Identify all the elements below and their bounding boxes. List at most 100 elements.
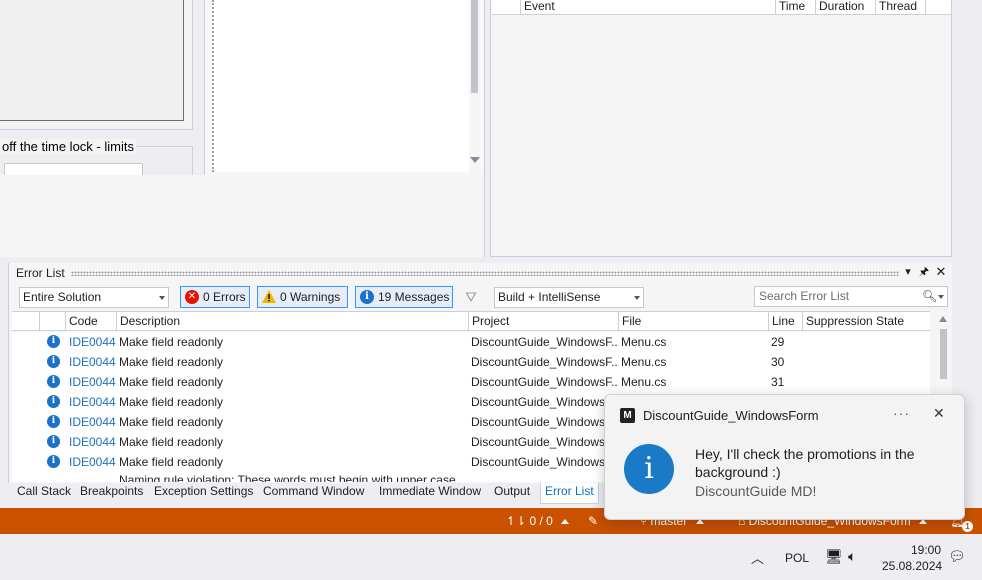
col-icon[interactable]	[39, 312, 65, 331]
row-code[interactable]: IDE0044	[69, 392, 116, 412]
more-options-icon[interactable]: ···	[893, 405, 910, 421]
chevron-up-icon[interactable]: ︿	[751, 548, 764, 567]
col-project[interactable]: Project	[468, 312, 618, 331]
notification-count-badge: 1	[962, 521, 973, 532]
errors-filter-button[interactable]: ✕ 0 Errors	[180, 286, 250, 308]
warnings-filter-button[interactable]: 0 Warnings	[257, 286, 348, 308]
text-area[interactable]	[212, 0, 482, 172]
pin-icon[interactable]: 🖈	[917, 265, 931, 279]
text-area-scrollbar[interactable]	[469, 0, 481, 172]
build-filter-value: Build + IntelliSense	[498, 290, 601, 304]
scrollbar-thumb[interactable]	[940, 329, 947, 379]
row-code[interactable]: IDE0044	[69, 452, 116, 472]
col-description[interactable]: Description	[116, 312, 468, 331]
row-line: 30	[771, 355, 785, 369]
tab-breakpoints[interactable]: Breakpoints	[76, 483, 147, 504]
row-description: Make field readonly	[119, 375, 224, 389]
tab-command-window[interactable]: Command Window	[259, 483, 368, 504]
warnings-count: 0 Warnings	[280, 290, 341, 304]
scope-value: Entire Solution	[23, 290, 102, 304]
search-icon[interactable]: 🔍︎	[922, 287, 937, 306]
tab-call-stack[interactable]: Call Stack	[13, 483, 75, 504]
language-indicator[interactable]: POL	[785, 551, 809, 565]
row-project: DiscountGuide_WindowsF...	[471, 355, 619, 369]
row-code[interactable]: IDE0044	[69, 352, 116, 372]
events-col-event[interactable]: Event	[521, 0, 776, 15]
col-suppression[interactable]: Suppression State	[802, 312, 930, 331]
sync-status[interactable]: ↿⇂ 0 / 0	[506, 508, 570, 534]
row-project: DiscountGuide_WindowsF...	[471, 375, 619, 389]
col-code[interactable]: Code	[65, 312, 116, 331]
info-icon: i	[47, 415, 60, 428]
events-table-header: Event Time Duration Thread	[492, 0, 951, 15]
scroll-up-icon[interactable]	[939, 316, 947, 322]
events-col-blank	[492, 0, 521, 15]
chevron-down-icon	[159, 296, 165, 300]
toast-notification[interactable]: M DiscountGuide_WindowsForm ··· ✕ i Hey,…	[604, 394, 965, 520]
time-lock-group-label: off the time lock - limits	[0, 139, 136, 154]
messages-count: 19 Messages	[378, 290, 450, 304]
row-project: DiscountGuide_Windows	[471, 455, 605, 469]
row-code[interactable]: IDE0044	[69, 412, 116, 432]
build-filter-dropdown[interactable]: Build + IntelliSense	[494, 287, 644, 308]
row-description: Naming rule violation: These words must …	[119, 473, 456, 482]
toast-attribution: DiscountGuide MD!	[695, 483, 817, 499]
info-icon: i	[47, 375, 60, 388]
row-project: DiscountGuide_WindowsF...	[471, 335, 619, 349]
toast-message: Hey, I'll check the promotions in the ba…	[695, 446, 915, 480]
table-row[interactable]: i IDE0044 Make field readonly DiscountGu…	[12, 372, 930, 392]
tab-exception-settings[interactable]: Exception Settings	[150, 483, 257, 504]
app-logo-icon: M	[620, 408, 635, 423]
events-col-duration[interactable]: Duration	[816, 0, 876, 15]
row-line: 31	[771, 375, 785, 389]
scroll-down-icon[interactable]	[470, 157, 480, 163]
toast-app-name: DiscountGuide_WindowsForm	[643, 408, 819, 423]
events-col-thread[interactable]: Thread	[876, 0, 926, 15]
row-project: DiscountGuide_Windows	[471, 415, 605, 429]
row-project: DiscountGuide_WindowsF...	[471, 395, 619, 409]
close-icon[interactable]: ✕	[934, 265, 948, 279]
network-icon[interactable]: 🖥︎	[825, 548, 843, 565]
filter-icon[interactable]: ⛛	[463, 289, 479, 305]
table-row[interactable]: i IDE0044 Make field readonly DiscountGu…	[12, 352, 930, 372]
scope-dropdown[interactable]: Entire Solution	[19, 287, 169, 308]
error-list-title: Error List	[16, 266, 65, 280]
row-file: Menu.cs	[621, 375, 667, 389]
col-file[interactable]: File	[618, 312, 768, 331]
clock-date[interactable]: 25.08.2024	[882, 559, 942, 573]
info-icon: i	[47, 455, 60, 468]
events-col-time[interactable]: Time	[776, 0, 816, 15]
left-bottom-pane	[0, 175, 485, 257]
pending-changes[interactable]: ✎	[588, 508, 598, 534]
row-code[interactable]: IDE0044	[69, 332, 116, 352]
search-input[interactable]: Search Error List 🔍︎	[754, 286, 948, 307]
row-description: Make field readonly	[119, 395, 224, 409]
chevron-up-icon	[561, 519, 570, 524]
windows-taskbar: ︿ POL 🖥︎ 🔈︎ 19:00 25.08.2024 💬︎	[0, 534, 982, 580]
volume-icon[interactable]: 🔈︎	[848, 548, 856, 565]
errors-count: 0 Errors	[203, 290, 246, 304]
row-line: 29	[771, 335, 785, 349]
tab-error-list[interactable]: Error List	[540, 483, 599, 504]
chevron-down-icon[interactable]	[938, 295, 944, 299]
pencil-icon: ✎	[588, 514, 599, 528]
messages-filter-button[interactable]: i 19 Messages	[355, 286, 453, 308]
row-project: DiscountGuide_Windows	[471, 435, 605, 449]
tab-output[interactable]: Output	[490, 483, 534, 504]
info-icon: i	[360, 290, 374, 304]
row-description: Make field readonly	[119, 435, 224, 449]
close-icon[interactable]: ✕	[933, 405, 945, 422]
scrollbar-thumb[interactable]	[471, 0, 478, 93]
row-description: Make field readonly	[119, 335, 224, 349]
window-position-icon[interactable]: ▾	[901, 265, 915, 279]
row-code[interactable]: IDE0044	[69, 372, 116, 392]
notification-center-icon[interactable]: 💬︎	[948, 548, 966, 565]
clock-time[interactable]: 19:00	[911, 543, 941, 557]
info-icon: i	[47, 395, 60, 408]
tab-immediate-window[interactable]: Immediate Window	[375, 483, 485, 504]
row-file: Menu.cs	[621, 335, 667, 349]
col-line[interactable]: Line	[768, 312, 802, 331]
title-grip[interactable]	[71, 271, 899, 276]
row-code[interactable]: IDE0044	[69, 432, 116, 452]
table-row[interactable]: i IDE0044 Make field readonly DiscountGu…	[12, 332, 930, 352]
